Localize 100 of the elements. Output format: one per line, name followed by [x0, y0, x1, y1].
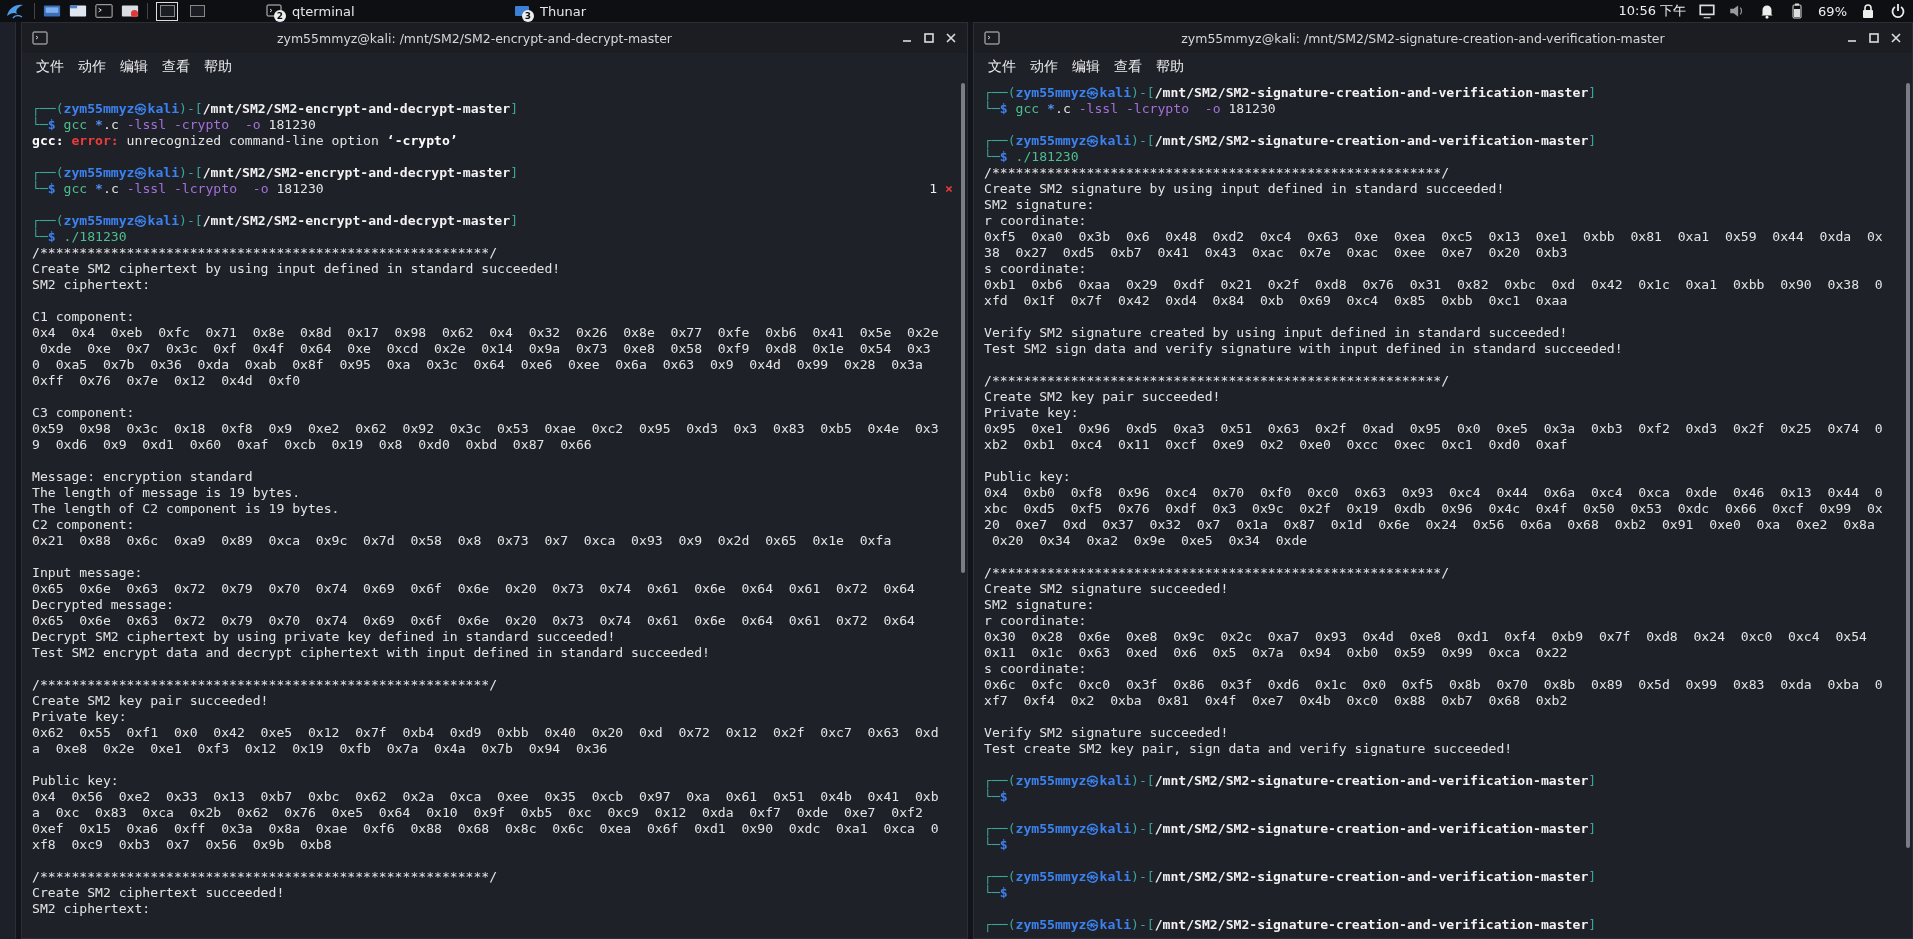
menu-item[interactable]: 动作: [1030, 58, 1058, 76]
output-line: 0x30 0x28 0x6e 0xe8 0x9c 0x2c 0xa7 0x93 0x4d 0xe8 0xd1 0xf4 0xb9 0x7f 0xd8 0x24 0xc0 0xc4 0x54: [984, 629, 1867, 645]
output-line: SM2 signature:: [984, 597, 1095, 613]
taskbar-item[interactable]: 3 Thunar: [514, 3, 704, 19]
output-line: a 0xc 0x83 0xca 0x2b 0x62 0x76 0xe5 0x64 0x10 0x9f 0xb5 0xc 0xc9 0x12 0xda 0xf7 0xde 0xe7 0xf2: [32, 805, 923, 821]
output-line: Verify SM2 signature succeeded!: [984, 725, 1229, 741]
menu-item[interactable]: 查看: [1114, 58, 1142, 76]
task-label: qterminal: [292, 3, 355, 19]
maximize-icon[interactable]: [1868, 32, 1880, 44]
output-line: 38 0x27 0xd5 0xb7 0x41 0x43 0xac 0x7e 0xac 0xee 0xe7 0x20 0xb3: [984, 245, 1568, 261]
output-line: 0x4 0x56 0xe2 0x33 0x13 0xb7 0xbc 0x62 0x2a 0xca 0xee 0x35 0xcb 0x97 0xa 0x61 0x51 0x4b 0x41 0xb: [32, 789, 939, 805]
menu-item[interactable]: 编辑: [120, 58, 148, 76]
output-line: xf8 0xc9 0xb3 0x7 0x56 0x9b 0xb8: [32, 837, 332, 853]
menu-item[interactable]: 文件: [988, 58, 1016, 76]
power-icon[interactable]: [1889, 3, 1907, 19]
command-line: └─$ gcc *.c -lssl -crypto -o 181230: [32, 117, 316, 133]
prompt-line: ┌──(zym55mmyz㉿kali)-[/mnt/SM2/SM2-signature-creation-and-verification-master]: [984, 869, 1597, 885]
error-line: gcc: error: unrecognized command-line option ‘-crypto’: [32, 133, 458, 149]
output-line: Create SM2 signature by using input defined in standard succeeded!: [984, 181, 1505, 197]
output-line: 0xff 0x76 0x7e 0x12 0x4d 0xf0: [32, 373, 301, 389]
output-line: xb2 0xb1 0xc4 0x11 0xcf 0xe9 0x2 0xe0 0xcc 0xec 0xc1 0xd0 0xaf: [984, 437, 1568, 453]
output-line: 0x11 0x1c 0x63 0xed 0x6 0x5 0x7a 0x94 0xb0 0x59 0x99 0xca 0x22: [984, 645, 1568, 661]
window-title: zym55mmyz@kali: /mnt/SM2/SM2-signature-creation-and-verification-master: [1180, 30, 1666, 46]
output-line: 0 0xa5 0x7b 0x36 0xda 0xab 0x8f 0x95 0xa 0x3c 0x64 0xe6 0xee 0x6a 0x63 0x9 0x4d 0x99 0x28 0x3a: [32, 357, 923, 373]
output-line: 0x4 0x4 0xeb 0xfc 0x71 0x8e 0x8d 0x17 0x98 0x62 0x4 0x32 0x26 0x8e 0x77 0xfe 0xb6 0x41 0x5e 0x2e: [32, 325, 939, 341]
output-line: Test create SM2 key pair, sign data and verify signature succeeded!: [984, 741, 1513, 757]
output-line: 20 0xe7 0xd 0x37 0x32 0x7 0x1a 0x87 0x1d 0x6e 0x24 0x56 0x6a 0x68 0xb2 0x91 0xe0 0xa 0xe2 0x8a: [984, 517, 1875, 533]
taskbar-item[interactable]: 2 qterminal: [266, 3, 456, 19]
menu-item[interactable]: 查看: [162, 58, 190, 76]
scrollbar-thumb[interactable]: [1906, 83, 1910, 848]
prompt-line: ┌──(zym55mmyz㉿kali)-[/mnt/SM2/SM2-signature-creation-and-verification-master]: [984, 773, 1597, 789]
monitor-icon[interactable]: [1698, 3, 1717, 19]
recorder-icon[interactable]: [121, 3, 139, 19]
output-line: xbc 0xd5 0xf5 0x76 0xdf 0x3 0x9c 0x2f 0x19 0xdb 0x96 0x4c 0x4f 0x50 0x53 0xdc 0x66 0xcf 0x99 0x: [984, 501, 1883, 517]
output-line: C2 component:: [32, 517, 135, 533]
prompt-line: ┌──(zym55mmyz㉿kali)-[/mnt/SM2/SM2-signature-creation-and-verification-master]: [984, 821, 1597, 837]
command-line: └─$ ./181230: [984, 149, 1079, 165]
output-line: r coordinate:: [984, 213, 1087, 229]
output-line: Decrypt SM2 ciphertext by using private key defined in standard succeeded!: [32, 629, 616, 645]
prompt-line: ┌──(zym55mmyz㉿kali)-[/mnt/SM2/SM2-signature-creation-and-verification-master]: [984, 917, 1597, 933]
output-line: /*********************************************************/: [984, 565, 1450, 581]
prompt-line: ┌──(zym55mmyz㉿kali)-[/mnt/SM2/SM2-signature-creation-and-verification-master]: [984, 85, 1597, 101]
prompt-line: ┌──(zym55mmyz㉿kali)-[/mnt/SM2/SM2-encrypt-and-decrypt-master]: [32, 165, 519, 181]
output-line: 0x65 0x6e 0x63 0x72 0x79 0x70 0x74 0x69 0x6f 0x6e 0x20 0x73 0x74 0x61 0x6e 0x64 0x61 0x72 0x64: [32, 613, 915, 629]
command-line: └─$: [984, 837, 1008, 853]
output-line: xfd 0x1f 0x7f 0x42 0xd4 0x84 0xb 0x69 0xc4 0x85 0xbb 0xc1 0xaa: [984, 293, 1568, 309]
output-line: Test SM2 sign data and verify signature with input defined in standard succeeded!: [984, 341, 1623, 357]
output-line: The length of C2 component is 19 bytes.: [32, 501, 340, 517]
folder-icon[interactable]: [69, 3, 87, 19]
prompt-line: ┌──(zym55mmyz㉿kali)-[/mnt/SM2/SM2-encrypt-and-decrypt-master]: [32, 213, 519, 229]
clock[interactable]: 10:56 下午: [1618, 2, 1687, 20]
output-line: r coordinate:: [984, 613, 1087, 629]
menu-item[interactable]: 帮助: [204, 58, 232, 76]
error-mark: ×: [945, 181, 953, 197]
command-line: └─$ gcc *.c -lssl -lcrypto -o 181230: [984, 101, 1276, 117]
menu-item[interactable]: 编辑: [1072, 58, 1100, 76]
output-line: Input message:: [32, 565, 143, 581]
output-line: Create SM2 key pair succeeded!: [32, 693, 269, 709]
prompt-line: ┌──(zym55mmyz㉿kali)-[/mnt/SM2/SM2-encrypt-and-decrypt-master]: [32, 101, 519, 117]
terminal-icon: [32, 31, 48, 45]
output-line: 0xde 0xe 0x7 0x3c 0xf 0x4f 0x64 0xe 0xcd 0x2e 0x14 0x9a 0x73 0xe8 0x58 0xf9 0xd8 0x1e 0x54 0x3: [38, 341, 931, 357]
output-line: Create SM2 key pair succeeded!: [984, 389, 1221, 405]
terminal-icon: [266, 4, 282, 18]
output-line: Create SM2 signature succeeded!: [984, 581, 1229, 597]
count-badge: 2: [274, 9, 286, 22]
output-line: Message: encryption standard: [32, 469, 253, 485]
scrollbar-thumb[interactable]: [961, 83, 965, 573]
desktop-icon[interactable]: [43, 3, 61, 19]
maximize-icon[interactable]: [923, 32, 935, 44]
output-line: /*********************************************************/: [32, 245, 498, 261]
output-line: /*********************************************************/: [32, 677, 498, 693]
menu-item[interactable]: 帮助: [1156, 58, 1184, 76]
output-line: Private key:: [984, 405, 1079, 421]
output-line: s coordinate:: [984, 661, 1087, 677]
output-line: SM2 ciphertext:: [32, 901, 151, 917]
output-line: C3 component:: [32, 405, 135, 421]
close-icon[interactable]: [945, 32, 957, 44]
output-line: SM2 ciphertext:: [32, 277, 151, 293]
output-line: 0xb1 0xb6 0xaa 0x29 0xdf 0x21 0x2f 0xd8 0x76 0x31 0x82 0xbc 0xd 0x42 0x1c 0xa1 0xbb 0x90 0x38 0: [984, 277, 1883, 293]
terminal-icon[interactable]: [95, 3, 113, 19]
output-line: 0x65 0x6e 0x63 0x72 0x79 0x70 0x74 0x69 0x6f 0x6e 0x20 0x73 0x74 0x61 0x6e 0x64 0x61 0x72 0x64: [32, 581, 915, 597]
output-line: 0x4 0xb0 0xf8 0x96 0xc4 0x70 0xf0 0xc0 0x63 0x93 0xc4 0x44 0x6a 0xc4 0xca 0xde 0x46 0x13 0x44 0: [984, 485, 1883, 501]
exit-code: 1: [929, 181, 938, 197]
output-line: 0xf5 0xa0 0x3b 0x6 0x48 0xd2 0xc4 0x63 0xe 0xea 0xc5 0x13 0xe1 0xbb 0x81 0xa1 0x59 0x44 0xda 0x: [984, 229, 1883, 245]
menu-item[interactable]: 文件: [36, 58, 64, 76]
output-line: /*********************************************************/: [984, 373, 1450, 389]
output-line: s coordinate:: [984, 261, 1087, 277]
menu-item[interactable]: 动作: [78, 58, 106, 76]
close-icon[interactable]: [1890, 32, 1902, 44]
output-line: 0x6c 0xfc 0xc0 0x3f 0x86 0x3f 0xd6 0x1c 0x0 0xf5 0x8b 0x70 0x8b 0x89 0x5d 0x99 0x83 0xda 0xba 0: [984, 677, 1883, 693]
output-line: 0x62 0x55 0xf1 0x0 0x42 0xe5 0x12 0x7f 0xb4 0xd9 0xbb 0x40 0x20 0xd 0x72 0x12 0x2f 0xc7 0x63 0xd: [32, 725, 939, 741]
output-line: Decrypted message:: [32, 597, 174, 613]
output-line: Private key:: [32, 709, 127, 725]
command-line: └─$: [984, 885, 1008, 901]
output-line: The length of message is 19 bytes.: [32, 485, 301, 501]
command-line: └─$ ./181230: [32, 229, 127, 245]
output-line: 0x95 0xe1 0x96 0xd5 0xa3 0x51 0x63 0x2f 0xad 0x95 0x0 0xe5 0x3a 0xb3 0xf2 0xd3 0x2f 0x25 0x74 0: [984, 421, 1883, 437]
workspace-switch[interactable]: [156, 1, 178, 21]
task-label: Thunar: [540, 3, 586, 19]
output-line: 0xef 0x15 0xa6 0xff 0x3a 0x8a 0xae 0xf6 0x88 0x68 0x8c 0x6c 0xea 0x6f 0xd1 0x90 0xdc 0xa1 0xca 0: [32, 821, 939, 837]
